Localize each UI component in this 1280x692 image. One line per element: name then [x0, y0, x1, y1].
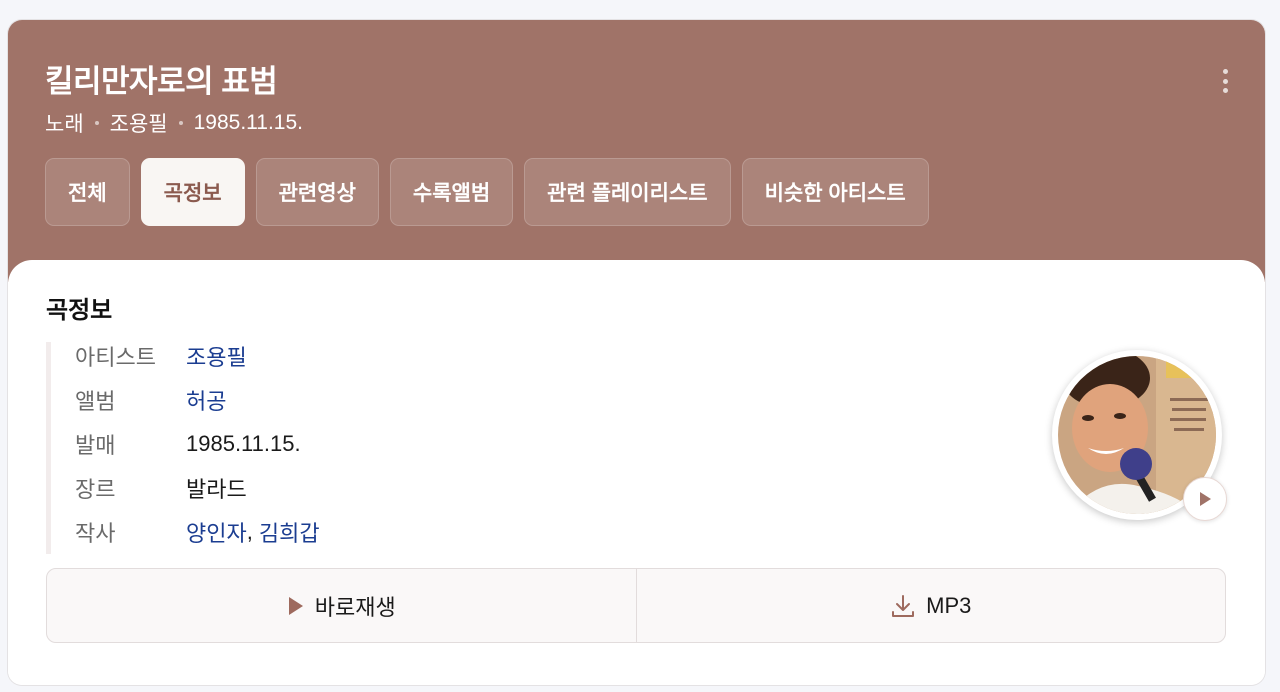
play-icon: [1200, 492, 1211, 506]
info-label: 발매: [75, 433, 116, 458]
info-list: 아티스트 조용필 앨범 허공 발매 1985.11.15. 장르 발라드 작사 …: [46, 342, 646, 554]
info-label: 장르: [75, 477, 116, 502]
info-row-lyricist: 작사 양인자 , 김희갑: [75, 510, 646, 554]
action-bar: 바로재생 MP3: [46, 568, 1226, 643]
play-now-button[interactable]: 바로재생: [47, 569, 636, 642]
song-meta: 노래 조용필 1985.11.15.: [45, 108, 303, 138]
separator-dot: [94, 121, 99, 125]
lyricist-link[interactable]: 양인자: [186, 516, 247, 548]
info-label: 아티스트: [75, 345, 156, 370]
song-date: 1985.11.15.: [193, 111, 303, 134]
info-label: 앨범: [75, 389, 116, 414]
release-date: 1985.11.15.: [186, 431, 301, 456]
mp3-button[interactable]: MP3: [635, 569, 1226, 642]
info-label: 작사: [75, 521, 116, 546]
album-link[interactable]: 허공: [186, 384, 226, 416]
separator-dot: [178, 121, 183, 125]
info-row-album: 앨범 허공: [75, 378, 646, 422]
more-vertical-icon[interactable]: [1216, 67, 1234, 95]
song-header: 킬리만자로의 표범 노래 조용필 1985.11.15. 전체 곡정보 관련영상…: [8, 20, 1265, 282]
play-now-label: 바로재생: [314, 594, 396, 620]
download-icon: [892, 594, 915, 617]
info-row-artist: 아티스트 조용필: [75, 334, 646, 378]
lyricist-separator: ,: [246, 519, 253, 544]
section-title: 곡정보: [46, 297, 113, 324]
tab-bar: 전체 곡정보 관련영상 수록앨범 관련 플레이리스트 비슷한 아티스트: [45, 158, 940, 226]
song-type: 노래: [45, 113, 84, 136]
info-row-release: 발매 1985.11.15.: [75, 422, 646, 466]
tab-related-videos[interactable]: 관련영상: [255, 158, 379, 226]
tab-similar-artists[interactable]: 비슷한 아티스트: [741, 158, 929, 226]
tab-related-playlists[interactable]: 관련 플레이리스트: [524, 158, 731, 226]
song-artist: 조용필: [109, 113, 168, 136]
artist-link[interactable]: 조용필: [186, 340, 247, 372]
tab-albums[interactable]: 수록앨범: [389, 158, 514, 226]
tab-song-info[interactable]: 곡정보: [140, 158, 245, 226]
mp3-label: MP3: [926, 592, 972, 618]
song-card: 킬리만자로의 표범 노래 조용필 1985.11.15. 전체 곡정보 관련영상…: [8, 20, 1265, 685]
play-icon: [288, 596, 303, 615]
tab-all[interactable]: 전체: [45, 158, 130, 226]
play-button[interactable]: [1183, 477, 1227, 521]
song-info-panel: 곡정보 아티스트 조용필 앨범 허공 발매 1985.11.15. 장르 발라드…: [8, 260, 1265, 685]
genre-value: 발라드: [186, 477, 247, 502]
lyricist-link[interactable]: 김희갑: [259, 516, 320, 548]
info-row-genre: 장르 발라드: [75, 466, 646, 510]
album-thumbnail[interactable]: [1052, 350, 1227, 521]
song-title: 킬리만자로의 표범: [45, 64, 278, 99]
